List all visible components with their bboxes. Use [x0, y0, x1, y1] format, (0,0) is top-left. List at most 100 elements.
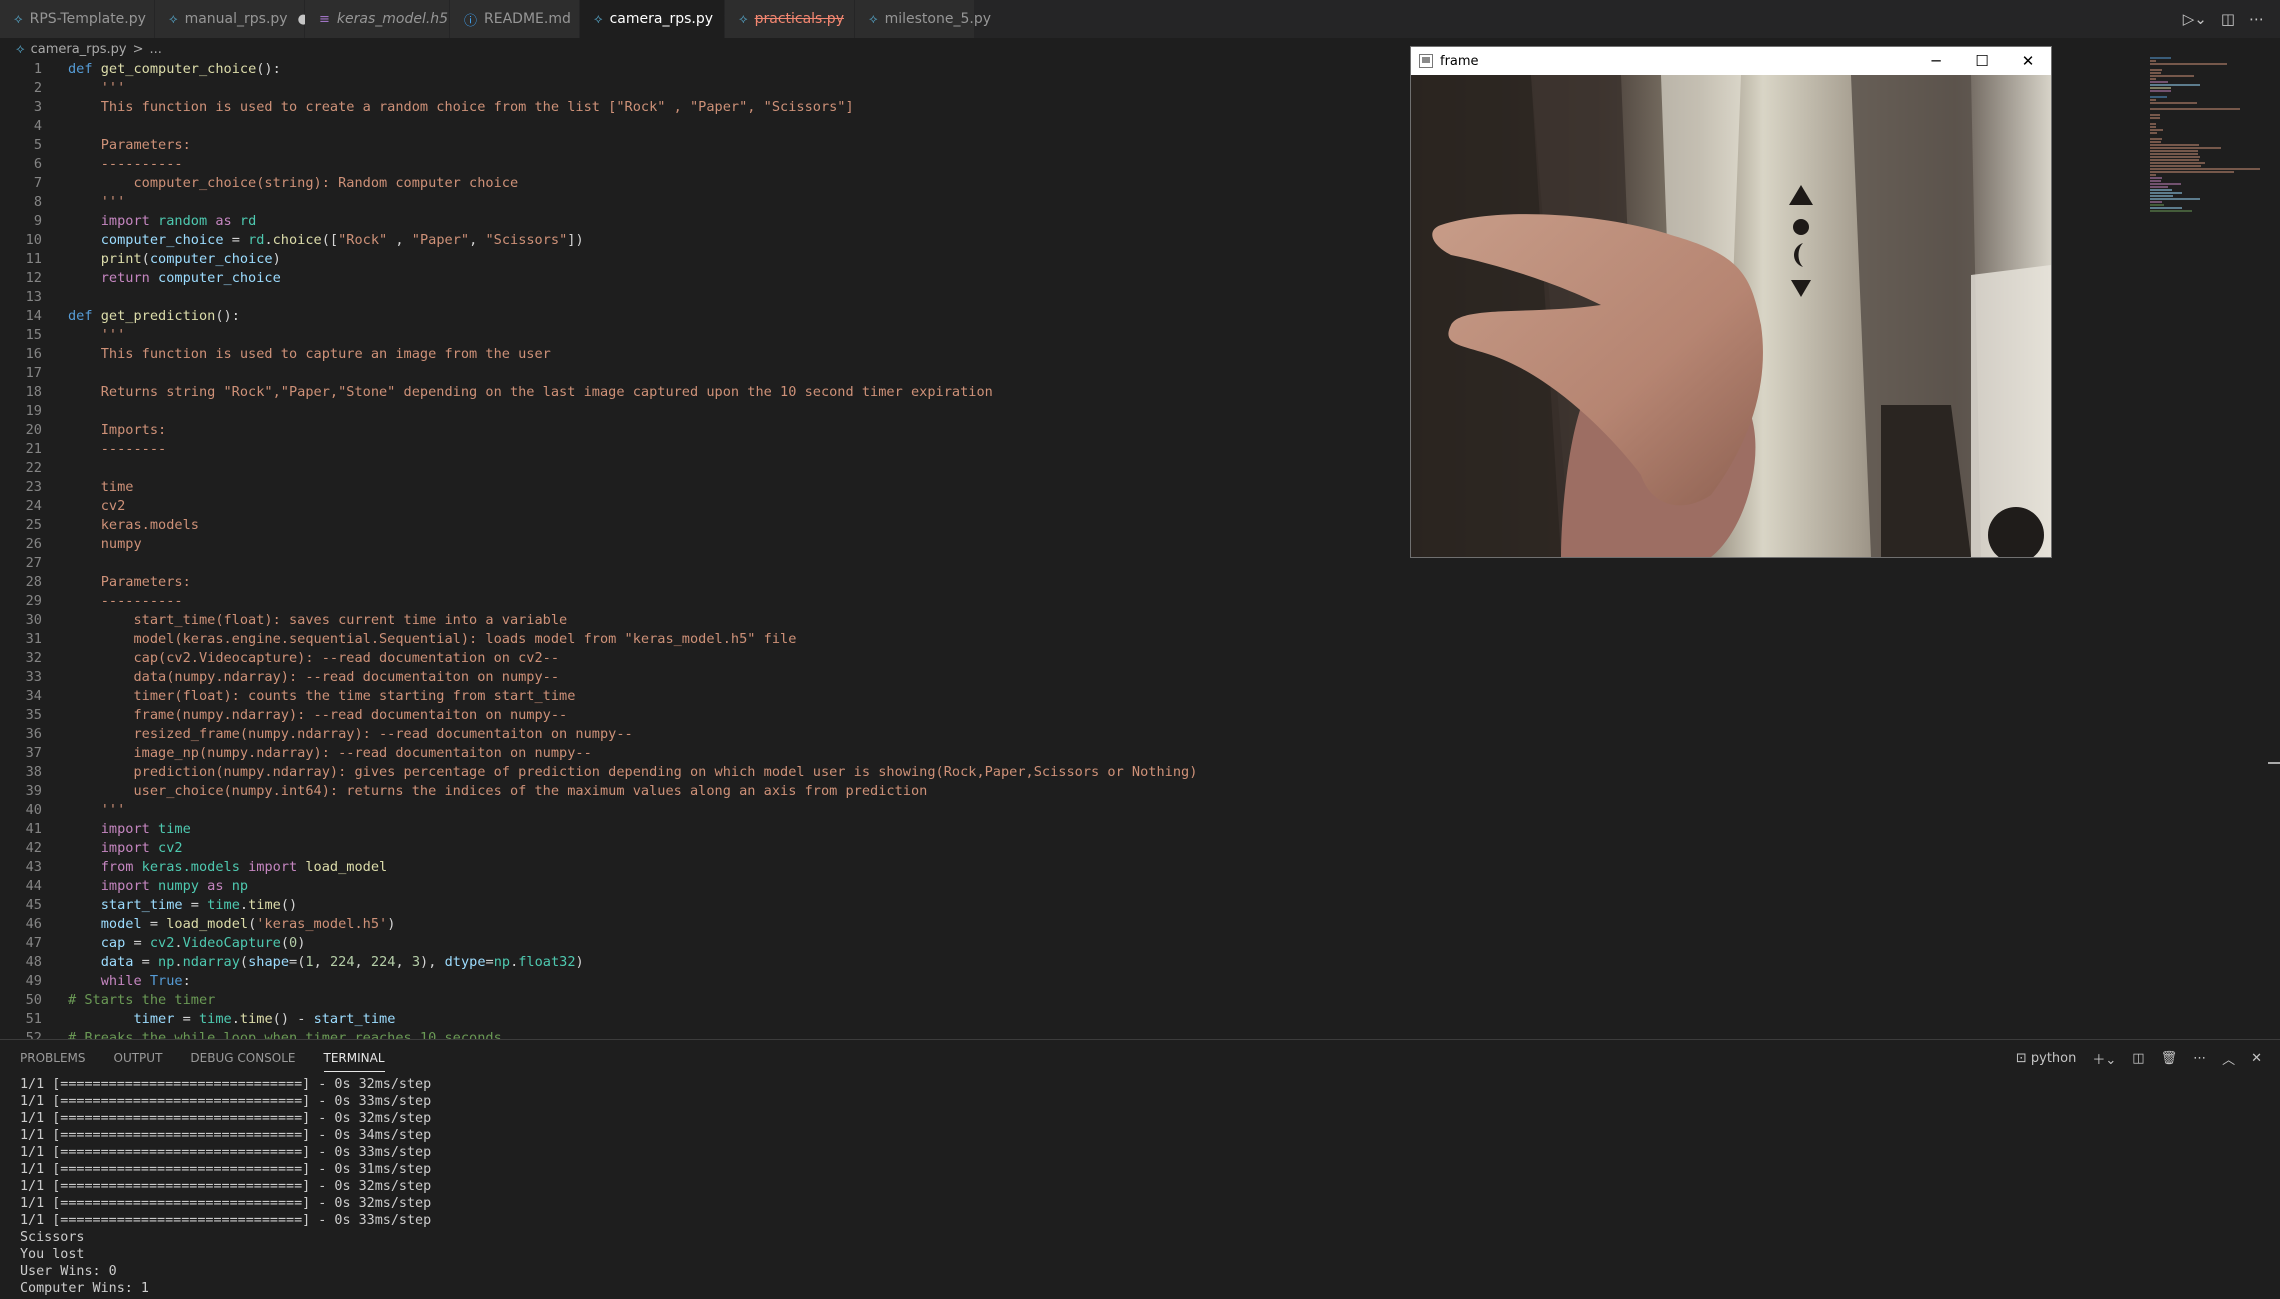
code-line[interactable]: 44 import numpy as np [0, 877, 2160, 896]
panel-tab-debug-console[interactable]: DEBUG CONSOLE [190, 1051, 295, 1065]
code-token: from [68, 859, 142, 875]
maximize-icon[interactable]: ☐ [1959, 47, 2005, 75]
minimap-line [2150, 189, 2173, 191]
minimap-line [2150, 171, 2234, 173]
code-line[interactable]: 41 import time [0, 820, 2160, 839]
code-token: data [68, 954, 142, 970]
tab-milestone-5-py[interactable]: ⟡ milestone_5.py [855, 0, 991, 38]
tab-rps-template-py[interactable]: ⟡RPS-Template.py● [0, 0, 167, 38]
breadcrumb-symbol[interactable]: ... [150, 42, 162, 57]
code-line[interactable]: 33 data(numpy.ndarray): --read documenta… [0, 668, 2160, 687]
run-icon[interactable]: ▷⌄ [2183, 10, 2207, 28]
code-token: user_choice(numpy.int64): returns the in… [68, 783, 928, 799]
minimap-line [2150, 195, 2174, 197]
code-line[interactable]: 30 start_time(float): saves current time… [0, 611, 2160, 630]
code-token: timer(float): counts the time starting f… [68, 688, 576, 704]
code-token: print [68, 251, 142, 267]
code-token: as [215, 213, 240, 229]
scrollbar-marker[interactable] [2268, 762, 2280, 764]
code-token: dtype [444, 954, 486, 970]
minimap-line [2150, 96, 2167, 98]
code-token: return [68, 270, 159, 286]
split-editor-icon[interactable]: ◫ [2221, 10, 2235, 28]
minimap-line [2150, 108, 2241, 110]
line-number: 28 [25, 574, 42, 590]
code-token: ndarray [182, 954, 240, 970]
minimap-line [2150, 150, 2198, 152]
code-line[interactable]: 47 cap = cv2. VideoCapture(0) [0, 934, 2160, 953]
code-line[interactable]: 37 image_np(numpy.ndarray): --read docum… [0, 744, 2160, 763]
code-line[interactable]: 48 data = np. ndarray(shape =(1, 224, 224,… [0, 953, 2160, 972]
minimap-line [2150, 165, 2202, 167]
terminal-shell-label[interactable]: ⊡ python [2016, 1051, 2077, 1066]
code-line[interactable]: 35 frame(numpy.ndarray): --read document… [0, 706, 2160, 725]
line-number: 14 [25, 308, 42, 324]
tab-label: manual_rps.py [184, 11, 288, 27]
panel-tab-terminal[interactable]: TERMINAL [323, 1051, 385, 1072]
code-line[interactable]: 28 Parameters: [0, 573, 2160, 592]
line-number: 33 [25, 669, 42, 685]
code-line[interactable]: 31 model(keras.engine.sequential.Sequent… [0, 630, 2160, 649]
minimap[interactable] [2150, 56, 2270, 356]
code-token: . [239, 897, 249, 913]
code-token: Returns string "Rock","Paper,"Stone" dep… [68, 384, 993, 400]
line-number: 5 [33, 137, 42, 153]
code-line[interactable]: 45 start_time = time. time() [0, 896, 2160, 915]
panel-tab-problems[interactable]: PROBLEMS [20, 1051, 86, 1065]
minimap-line [2150, 117, 2160, 119]
tab-keras-model-h5[interactable]: ≡ keras_model.h5 [305, 0, 450, 38]
code-token: numpy [158, 878, 208, 894]
code-line[interactable]: 40 ''' [0, 801, 2160, 820]
tab-camera-rps-py[interactable]: ⟡camera_rps.py✕ [580, 0, 736, 38]
python-file-icon: ⟡ [739, 11, 748, 27]
split-terminal-icon[interactable]: ◫ [2132, 1051, 2144, 1066]
code-line[interactable]: 52 # Breaks the while loop when timer rea… [0, 1029, 2160, 1039]
code-token: get_prediction [100, 308, 216, 324]
tab-label: camera_rps.py [609, 11, 714, 27]
camera-feed [1411, 75, 2051, 557]
kill-terminal-icon[interactable]: 🗑 [2161, 1051, 2178, 1066]
code-line[interactable]: 50 # Starts the timer [0, 991, 2160, 1010]
terminal-output[interactable]: 1/1 [==============================] - 0… [0, 1076, 2280, 1297]
minimize-icon[interactable]: ─ [1913, 47, 1959, 75]
code-token: cv2 [68, 498, 126, 514]
code-line[interactable]: 46 model = load_model('keras_model.h5') [0, 915, 2160, 934]
code-line[interactable]: 39 user_choice(numpy.int64): returns the… [0, 782, 2160, 801]
code-line[interactable]: 42 import cv2 [0, 839, 2160, 858]
camera-window[interactable]: frame ─ ☐ ✕ [1410, 46, 2052, 558]
close-panel-icon[interactable]: ✕ [2251, 1051, 2262, 1066]
maximize-panel-icon[interactable]: ︿ [2222, 1049, 2235, 1068]
code-token: float32 [518, 954, 576, 970]
code-token: = [133, 935, 150, 951]
code-line[interactable]: 51 timer = time. time() - start_time [0, 1010, 2160, 1029]
new-terminal-icon[interactable]: ＋⌄ [2092, 1049, 2116, 1068]
breadcrumb-file[interactable]: camera_rps.py [31, 42, 127, 57]
code-line[interactable]: 49 while True: [0, 972, 2160, 991]
code-line[interactable]: 29 ---------- [0, 592, 2160, 611]
code-token: -------- [68, 441, 167, 457]
minimap-line [2150, 69, 2162, 71]
tab-readme-md[interactable]: ⓘREADME.md● [450, 0, 592, 38]
more-actions-icon[interactable]: ⋯ [2249, 10, 2264, 28]
code-line[interactable]: 43 from keras.models import load_model [0, 858, 2160, 877]
close-icon[interactable]: ✕ [2005, 47, 2051, 75]
tab-practicals-py[interactable]: ⟡ practicals.py [725, 0, 855, 38]
code-token: time [239, 1011, 273, 1027]
line-number: 40 [25, 802, 42, 818]
minimap-line [2150, 75, 2194, 77]
code-token: ( [248, 916, 257, 932]
panel-tab-output[interactable]: OUTPUT [114, 1051, 163, 1065]
minimap-line [2150, 60, 2156, 62]
minimap-line [2150, 78, 2156, 80]
code-token: . [174, 935, 183, 951]
code-line[interactable]: 36 resized_frame(numpy.ndarray): --read … [0, 725, 2160, 744]
camera-window-titlebar[interactable]: frame ─ ☐ ✕ [1411, 47, 2051, 75]
terminal-line: User Wins: 0 [20, 1264, 117, 1279]
tab-manual-rps-py[interactable]: ⟡ manual_rps.py ● [155, 0, 309, 38]
minimap-line [2150, 186, 2168, 188]
code-line[interactable]: 34 timer(float): counts the time startin… [0, 687, 2160, 706]
code-line[interactable]: 32 cap(cv2.Videocapture): --read documen… [0, 649, 2160, 668]
more-actions-icon[interactable]: ⋯ [2193, 1051, 2206, 1066]
code-line[interactable]: 38 prediction(numpy.ndarray): gives perc… [0, 763, 2160, 782]
line-number: 21 [25, 441, 42, 457]
